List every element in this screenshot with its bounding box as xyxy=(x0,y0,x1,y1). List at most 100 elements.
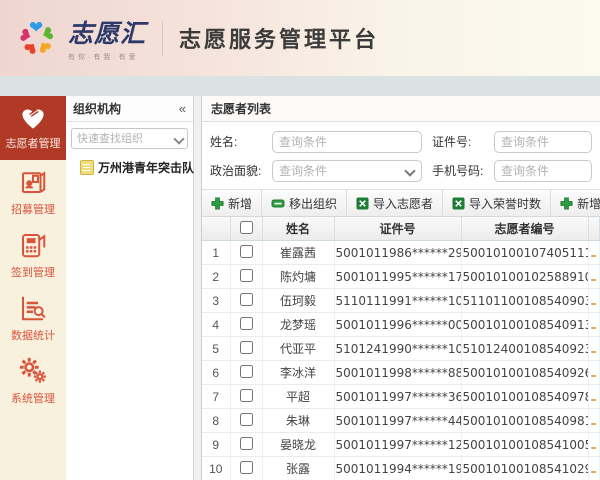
row-number: 1 xyxy=(202,240,231,265)
volunteer-name: 张露 xyxy=(262,456,335,480)
name-search-input[interactable] xyxy=(272,130,422,153)
cert-search-input[interactable] xyxy=(494,130,592,153)
volunteer-list-panel: 志愿者列表 姓名: 证件号: 政治面貌: 查询条件 xyxy=(202,96,600,480)
row-extra-cell xyxy=(588,456,600,480)
row-number-header xyxy=(202,217,231,241)
volunteer-id-number: 500101001085410058 xyxy=(461,432,589,457)
volunteer-name: 李冰洋 xyxy=(262,360,335,385)
row-checkbox[interactable] xyxy=(239,316,253,330)
table-row[interactable]: 4 龙梦瑶 5001011996******00 500101001085409… xyxy=(202,312,600,337)
politics-select[interactable]: 查询条件 xyxy=(272,159,422,182)
page-title: 志愿服务管理平台 xyxy=(179,27,380,52)
politics-field-label: 政治面貌: xyxy=(210,164,262,178)
volunteer-id-number: 500101001085409789 xyxy=(461,384,589,409)
row-number: 2 xyxy=(202,264,231,289)
volunteer-id-number: 510124001085409239 xyxy=(461,336,589,361)
org-tree-item-label: 万州港青年突击队 xyxy=(98,161,195,175)
import-honor-hours-button[interactable]: 导入荣誉时数 xyxy=(443,190,552,216)
table-row[interactable]: 7 平超 5001011997******36 5001010010854097… xyxy=(202,384,600,409)
row-select-cell xyxy=(230,336,263,361)
phone-search-input[interactable] xyxy=(494,159,592,182)
import-volunteers-button[interactable]: 导入志愿者 xyxy=(347,190,444,216)
sidebar-item-label: 系统管理 xyxy=(11,392,55,405)
volunteer-name: 平超 xyxy=(262,384,335,409)
row-select-cell xyxy=(230,312,263,337)
table-row[interactable]: 6 李冰洋 5001011998******88 500101001085409… xyxy=(202,360,600,385)
row-checkbox[interactable] xyxy=(239,436,253,450)
phone-field-label: 手机号码: xyxy=(432,164,484,178)
table-row[interactable]: 10 张露 5001011994******19 500101001085410… xyxy=(202,456,600,480)
volunteer-name: 陈灼墉 xyxy=(262,264,335,289)
table-row[interactable]: 2 陈灼墉 5001011995******17 500101001025889… xyxy=(202,264,600,289)
politics-select-placeholder: 查询条件 xyxy=(279,164,328,178)
sidebar-item-data-statistics[interactable]: 数据统计 xyxy=(0,286,66,349)
add-button[interactable]: 新增 xyxy=(202,190,263,216)
row-checkbox[interactable] xyxy=(239,388,253,402)
name-field-label: 姓名: xyxy=(210,135,238,149)
row-number: 5 xyxy=(202,336,231,361)
add-honor-hours-button-label: 新增荣誉时数 xyxy=(577,196,600,211)
row-select-cell xyxy=(230,360,263,385)
row-partial-indicator xyxy=(591,350,597,353)
volunteer-name: 崔露茜 xyxy=(262,240,335,265)
row-extra-cell xyxy=(588,240,600,265)
row-checkbox[interactable] xyxy=(239,340,253,354)
table-body: 1 崔露茜 5001011986******29 500101001074051… xyxy=(202,240,600,480)
row-extra-cell xyxy=(588,408,600,433)
row-partial-indicator xyxy=(591,374,597,377)
volunteer-id-number: 500101001085409268 xyxy=(461,360,589,385)
sidebar-item-volunteer-management[interactable]: 志愿者管理 xyxy=(0,96,66,160)
add-button-label: 新增 xyxy=(228,196,253,211)
org-search-input[interactable] xyxy=(71,128,188,149)
row-checkbox[interactable] xyxy=(239,268,253,282)
row-partial-indicator xyxy=(591,470,597,473)
sidebar-item-label: 志愿者管理 xyxy=(5,138,61,150)
row-number: 3 xyxy=(202,288,231,313)
volunteer-id-number: 511011001085409030 xyxy=(461,288,589,313)
row-checkbox[interactable] xyxy=(239,460,253,474)
select-all-checkbox[interactable] xyxy=(239,220,253,234)
row-number: 6 xyxy=(202,360,231,385)
row-checkbox[interactable] xyxy=(239,292,253,306)
import-honor-hours-button-label: 导入荣誉时数 xyxy=(469,196,542,211)
table-row[interactable]: 9 晏晓龙 5001011997******12 500101001085410… xyxy=(202,432,600,457)
row-select-cell xyxy=(230,408,263,433)
sidebar-item-checkin-management[interactable]: 签到管理 xyxy=(0,223,66,286)
row-checkbox[interactable] xyxy=(239,244,253,258)
volunteer-cert-number: 5001011997******44 xyxy=(334,408,462,433)
table-header-row: 姓名 证件号 志愿者编号 xyxy=(202,217,600,241)
remove-from-org-button-label: 移出组织 xyxy=(289,196,338,211)
row-extra-cell xyxy=(588,336,600,361)
table-row[interactable]: 8 朱琳 5001011997******44 5001010010854098… xyxy=(202,408,600,433)
sidebar-item-label: 招募管理 xyxy=(11,203,55,216)
row-select-cell xyxy=(230,432,263,457)
sidebar-item-recruit-management[interactable]: 招募管理 xyxy=(0,160,66,223)
cert-field-label: 证件号: xyxy=(432,135,472,149)
stats-chart-icon xyxy=(18,293,48,323)
add-honor-hours-button[interactable]: 新增荣誉时数 xyxy=(551,190,600,216)
volunteer-id-number: 500101001085410292 xyxy=(461,456,589,480)
volunteer-cert-number: 5001011998******88 xyxy=(334,360,462,385)
volunteer-cert-number: 5001011996******00 xyxy=(334,312,462,337)
table-toolbar: 新增 移出组织 导入志愿者 导入荣誉时数 新增荣誉时数 xyxy=(202,189,600,217)
sidebar-item-system-management[interactable]: 系统管理 xyxy=(0,349,66,412)
org-tree-item[interactable]: 万州港青年突击队 xyxy=(66,153,195,176)
row-checkbox[interactable] xyxy=(239,364,253,378)
collapse-panel-icon[interactable]: « xyxy=(179,101,186,116)
gears-icon xyxy=(18,356,48,386)
volunteer-id-number: 500101001025889109 xyxy=(461,264,589,289)
volunteer-cert-number: 5110111991******10 xyxy=(334,288,462,313)
row-number: 9 xyxy=(202,432,231,457)
table-row[interactable]: 3 伍珂毅 5110111991******10 511011001085409… xyxy=(202,288,600,313)
row-checkbox[interactable] xyxy=(239,412,253,426)
table-row[interactable]: 5 代亚平 5101241990******10 510124001085409… xyxy=(202,336,600,361)
row-partial-indicator xyxy=(591,422,597,425)
row-extra-cell xyxy=(588,384,600,409)
remove-from-org-button[interactable]: 移出组织 xyxy=(262,190,348,216)
row-extra-cell xyxy=(588,288,600,313)
row-number: 10 xyxy=(202,456,231,480)
row-partial-indicator xyxy=(591,254,597,257)
volunteer-name: 晏晓龙 xyxy=(262,432,335,457)
table-row[interactable]: 1 崔露茜 5001011986******29 500101001074051… xyxy=(202,240,600,265)
name-column-header: 姓名 xyxy=(262,217,335,241)
